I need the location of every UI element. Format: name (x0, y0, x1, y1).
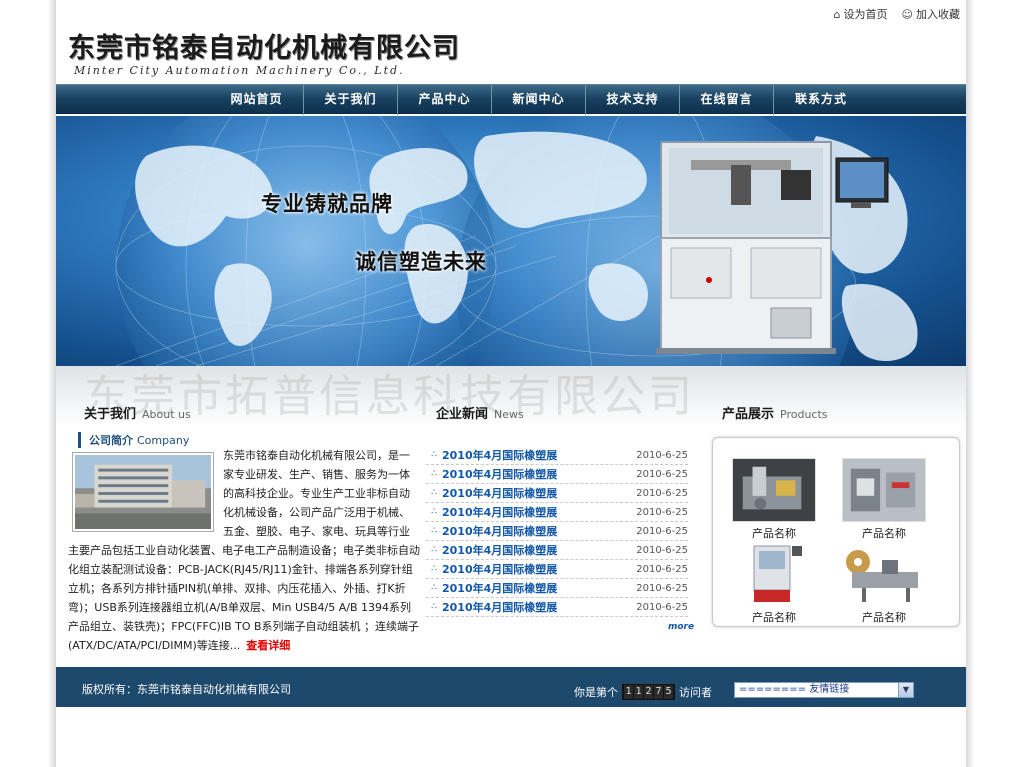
news-item-date: 2010-6-25 (636, 525, 688, 537)
news-item-title[interactable]: 2010年4月国际橡塑展 (442, 542, 636, 558)
news-item-date: 2010-6-25 (636, 582, 688, 594)
news-item[interactable]: ∴ 2010年4月国际橡塑展 2010-6-25 (426, 579, 688, 598)
banner-slogan-1: 专业铸就品牌 (261, 191, 393, 216)
bullet-icon: ∴ (431, 469, 437, 479)
bullet-icon: ∴ (431, 545, 437, 555)
about-title-en: About us (142, 408, 191, 421)
counter-digit: 7 (654, 685, 663, 699)
nav-contact[interactable]: 联系方式 (774, 85, 868, 115)
news-item[interactable]: ∴ 2010年4月国际橡塑展 2010-6-25 (426, 503, 688, 522)
news-item[interactable]: ∴ 2010年4月国际橡塑展 2010-6-25 (426, 560, 688, 579)
counter-digit: 5 (664, 685, 673, 699)
nav-support[interactable]: 技术支持 (586, 85, 680, 115)
news-item-date: 2010-6-25 (636, 468, 688, 480)
add-favorite-label: 加入收藏 (916, 8, 960, 21)
set-home-label: 设为首页 (843, 8, 888, 21)
counter-digit: 1 (634, 685, 643, 699)
news-item-date: 2010-6-25 (636, 449, 688, 461)
top-links: ⌂ 设为首页 ☺ 加入收藏 (834, 6, 960, 22)
news-item-title[interactable]: 2010年4月国际橡塑展 (442, 466, 636, 482)
machine-photo (656, 141, 889, 354)
machine-photo[interactable] (842, 458, 926, 522)
visitor-counter: 你是第个 1 1 2 7 5 访问者 (574, 684, 712, 700)
nav-message[interactable]: 在线留言 (680, 85, 774, 115)
bullet-icon: ∴ (431, 526, 437, 536)
news-item-title[interactable]: 2010年4月国际橡塑展 (442, 580, 636, 596)
page-bottom (56, 707, 966, 767)
friend-links-select[interactable]: ======== 友情链接 ======== ▼ (734, 682, 914, 709)
counter-digit: 2 (644, 685, 653, 699)
bullet-icon: ∴ (431, 602, 437, 612)
friend-links-value: ======== 友情链接 ======== (739, 684, 850, 709)
products-title: 产品展示 (722, 407, 775, 422)
product-name[interactable]: 产品名称 (862, 611, 906, 624)
news-title: 企业新闻 (436, 407, 489, 422)
product-card[interactable]: 产品名称 (729, 458, 819, 541)
product-name[interactable]: 产品名称 (752, 527, 796, 540)
products-title-en: Products (780, 408, 828, 421)
visit-prefix: 你是第个 (574, 686, 618, 699)
news-item-date: 2010-6-25 (636, 487, 688, 499)
machine-photo[interactable] (732, 458, 816, 522)
nav-products[interactable]: 产品中心 (398, 85, 492, 115)
bullet-icon: ∴ (431, 564, 437, 574)
news-title-en: News (494, 408, 524, 421)
news-section-title: 企业新闻 News (436, 403, 524, 422)
bullet-icon: ∴ (431, 507, 437, 517)
page: 东莞市铭泰自动化机械有限公司 Minter City Automation Ma… (56, 0, 966, 767)
news-item[interactable]: ∴ 2010年4月国际橡塑展 2010-6-25 (426, 541, 688, 560)
news-item[interactable]: ∴ 2010年4月国际橡塑展 2010-6-25 (426, 465, 688, 484)
footer: 版权所有：东莞市铭泰自动化机械有限公司 你是第个 1 1 2 7 5 访问者 =… (56, 667, 966, 709)
home-icon: ⌂ (833, 7, 841, 21)
news-item-title[interactable]: 2010年4月国际橡塑展 (442, 599, 636, 615)
copyright-text: 版权所有：东莞市铭泰自动化机械有限公司 (82, 683, 291, 696)
bullet-icon: ∴ (431, 583, 437, 593)
product-card[interactable]: 产品名称 (839, 542, 929, 625)
news-item-date: 2010-6-25 (636, 544, 688, 556)
set-home-link[interactable]: ⌂ 设为首页 (834, 6, 888, 22)
view-details-link[interactable]: 查看详细 (246, 639, 290, 652)
add-favorite-link[interactable]: ☺ 加入收藏 (902, 6, 960, 22)
visit-suffix: 访问者 (679, 686, 712, 699)
news-list: ∴ 2010年4月国际橡塑展 2010-6-25 ∴ 2010年4月国际橡塑展 2010… (426, 446, 688, 617)
news-item-date: 2010-6-25 (636, 563, 688, 575)
nav-news[interactable]: 新闻中心 (492, 85, 586, 115)
news-item-title[interactable]: 2010年4月国际橡塑展 (442, 504, 636, 520)
news-item-date: 2010-6-25 (636, 506, 688, 518)
news-item[interactable]: ∴ 2010年4月国际橡塑展 2010-6-25 (426, 446, 688, 465)
company-logo[interactable]: 东莞市铭泰自动化机械有限公司 (68, 26, 460, 65)
product-card[interactable]: 产品名称 (729, 542, 819, 625)
counter-digits: 1 1 2 7 5 (622, 684, 675, 700)
hero-banner: 专业铸就品牌 诚信塑造未来 (56, 116, 966, 366)
news-item-title[interactable]: 2010年4月国际橡塑展 (442, 447, 636, 463)
main-nav: 网站首页 关于我们 产品中心 新闻中心 技术支持 在线留言 联系方式 (56, 84, 966, 115)
chevron-down-icon[interactable]: ▼ (898, 683, 913, 697)
banner-slogan-2: 诚信塑造未来 (355, 249, 487, 274)
nav-about[interactable]: 关于我们 (304, 85, 398, 115)
news-item-date: 2010-6-25 (636, 601, 688, 613)
nav-home[interactable]: 网站首页 (210, 85, 304, 115)
about-title: 关于我们 (84, 407, 137, 422)
smile-icon: ☺ (901, 7, 913, 21)
product-name[interactable]: 产品名称 (752, 611, 796, 624)
product-name[interactable]: 产品名称 (862, 527, 906, 540)
products-section-title: 产品展示 Products (722, 403, 828, 422)
about-section-title: 关于我们 About us (84, 403, 191, 422)
machine-photo[interactable] (842, 542, 926, 606)
news-item[interactable]: ∴ 2010年4月国际橡塑展 2010-6-25 (426, 522, 688, 541)
company-logo-en: Minter City Automation Machinery Co., Lt… (74, 64, 405, 77)
company-intro: 东莞市铭泰自动化机械有限公司，是一家专业研发、生产、销售、服务为一体的高科技企业… (68, 446, 420, 655)
bullet-icon: ∴ (431, 450, 437, 460)
news-item-title[interactable]: 2010年4月国际橡塑展 (442, 561, 636, 577)
news-item[interactable]: ∴ 2010年4月国际橡塑展 2010-6-25 (426, 484, 688, 503)
counter-digit: 1 (624, 685, 633, 699)
news-item-title[interactable]: 2010年4月国际橡塑展 (442, 485, 636, 501)
news-item-title[interactable]: 2010年4月国际橡塑展 (442, 523, 636, 539)
bullet-icon: ∴ (431, 488, 437, 498)
news-item[interactable]: ∴ 2010年4月国际橡塑展 2010-6-25 (426, 598, 688, 617)
product-card[interactable]: 产品名称 (839, 458, 929, 541)
machine-photo[interactable] (732, 542, 816, 606)
news-more-link[interactable]: more (668, 622, 694, 632)
products-box: 产品名称 产品名称 产品名称 产品名称 (712, 437, 960, 627)
